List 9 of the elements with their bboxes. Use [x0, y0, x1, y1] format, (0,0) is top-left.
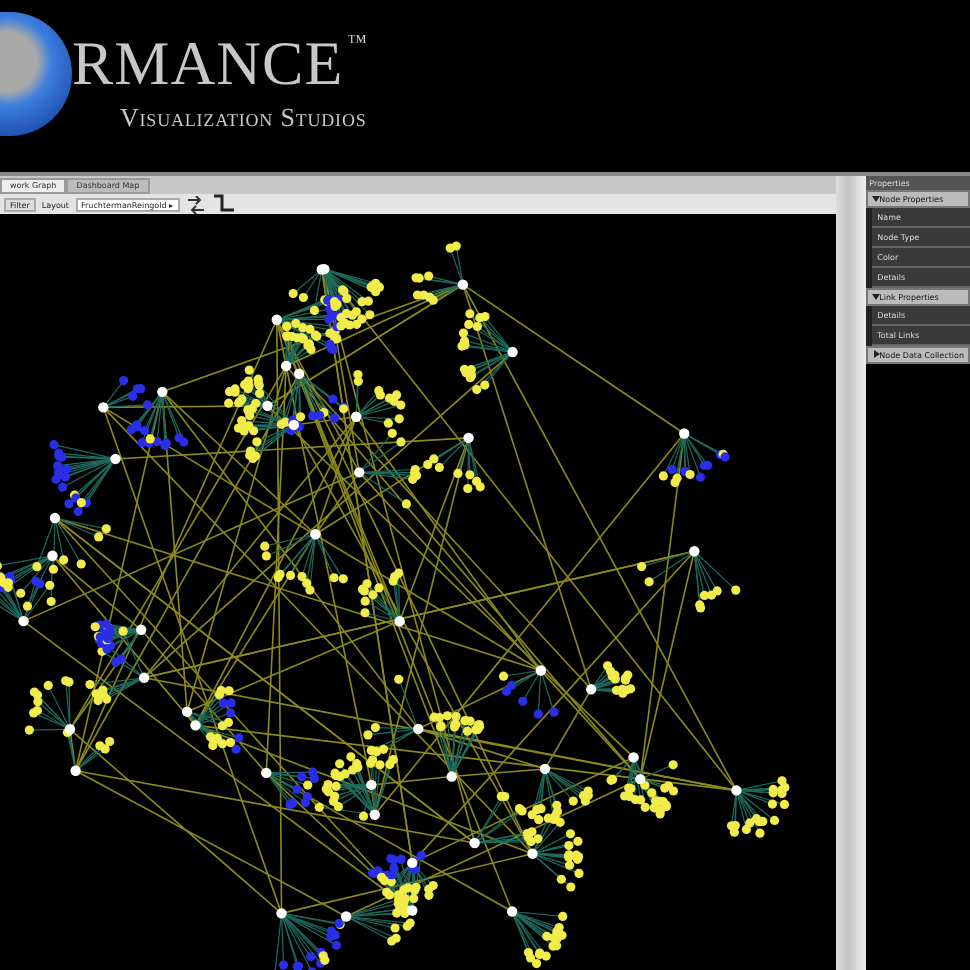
logo-tagline: Visualization Studios [120, 102, 367, 134]
logo-wordmark: RMANCE [72, 32, 344, 94]
connector-icon[interactable] [211, 194, 236, 214]
expander-icon[interactable] [871, 292, 880, 300]
globe-logo-icon [0, 12, 72, 136]
arrows-icon[interactable] [185, 195, 206, 213]
expander-icon[interactable] [871, 350, 880, 358]
expander-icon[interactable] [871, 194, 880, 202]
trademark-sign: ™ [347, 32, 367, 54]
